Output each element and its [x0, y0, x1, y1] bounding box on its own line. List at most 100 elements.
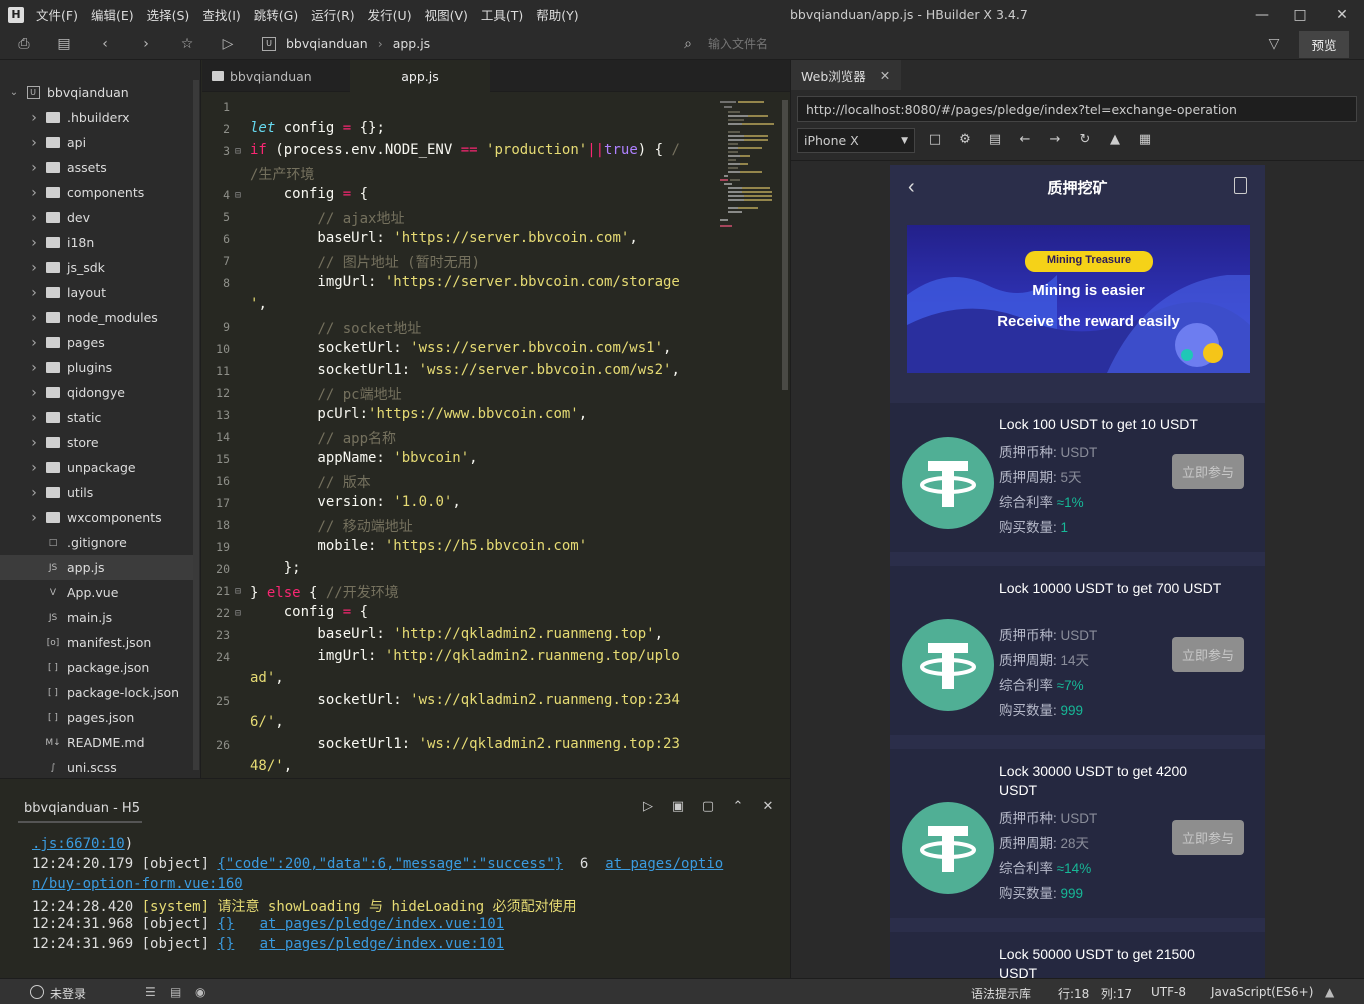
cursor-position[interactable]: 行:18 列:17	[1058, 985, 1132, 1002]
menu-item[interactable]: 帮助(Y)	[536, 5, 578, 24]
record-icon[interactable]	[1234, 177, 1247, 194]
chevron-right-icon[interactable]: ›	[28, 185, 40, 201]
file-search-input[interactable]	[708, 37, 828, 51]
chevron-right-icon[interactable]: ›	[28, 110, 40, 126]
tree-item[interactable]: › dev	[0, 205, 193, 230]
console-output[interactable]: .js:6670:10) 12:24:20.179 [object] {"cod…	[0, 830, 790, 978]
pledge-card[interactable]: Lock 10000 USDT to get 700 USDT 质押币种: US…	[890, 566, 1265, 735]
qrcode-icon[interactable]: ▦	[1136, 132, 1154, 147]
chevron-right-icon[interactable]: ›	[28, 135, 40, 151]
tree-item[interactable]: › utils	[0, 480, 193, 505]
tree-item[interactable]: › store	[0, 430, 193, 455]
minimap[interactable]	[718, 98, 778, 238]
menu-item[interactable]: 运行(R)	[311, 5, 354, 24]
tree-item[interactable]: [ ] pages.json	[0, 705, 193, 730]
tree-item[interactable]: › unpackage	[0, 455, 193, 480]
chevron-right-icon[interactable]: ›	[28, 210, 40, 226]
chevron-right-icon[interactable]: ›	[28, 310, 40, 326]
chevron-right-icon[interactable]: ›	[28, 385, 40, 401]
tree-item[interactable]: › wxcomponents	[0, 505, 193, 530]
tree-item[interactable]: › js_sdk	[0, 255, 193, 280]
console-link[interactable]: {}	[217, 916, 234, 932]
chevron-up-icon[interactable]: ⌃	[728, 799, 748, 814]
console-link[interactable]: {}	[217, 936, 234, 952]
close-console-icon[interactable]: ✕	[758, 799, 778, 814]
login-status[interactable]: 未登录	[50, 985, 86, 1002]
console-link[interactable]: at pages/optio	[605, 856, 723, 872]
console-link[interactable]: at pages/pledge/index.vue:101	[260, 936, 504, 952]
tab-web-browser[interactable]: Web浏览器 ✕	[791, 60, 901, 90]
pledge-card[interactable]: Lock 50000 USDT to get 21500 USDT	[890, 932, 1265, 978]
console-link[interactable]: at pages/pledge/index.vue:101	[260, 916, 504, 932]
close-icon[interactable]: ✕	[1320, 0, 1364, 29]
tree-item[interactable]: › components	[0, 180, 193, 205]
fold-icon[interactable]: ⊟	[235, 146, 241, 157]
lock-icon[interactable]: ▲	[1106, 132, 1124, 147]
sidebar-scrollbar[interactable]	[193, 80, 199, 770]
menu-item[interactable]: 跳转(G)	[254, 5, 298, 24]
fold-icon[interactable]: ⊟	[235, 190, 241, 201]
back-arrow-icon[interactable]: ‹	[908, 176, 915, 199]
chevron-right-icon[interactable]: ›	[28, 235, 40, 251]
syntax-library[interactable]: 语法提示库	[971, 985, 1031, 1002]
code-editor[interactable]: 1 2 3 4 5 6 7 8 9 10 11 12 13 14 15 16 17 18 19 20 21 22 23 24 2…	[202, 92, 780, 778]
maximize-icon[interactable]: □	[1278, 0, 1322, 29]
tab-app-js[interactable]: app.js	[350, 60, 490, 92]
clear-icon[interactable]: ▢	[698, 799, 718, 814]
run-icon[interactable]: ▷	[218, 34, 238, 54]
tree-item[interactable]: V App.vue	[0, 580, 193, 605]
menu-item[interactable]: 视图(V)	[425, 5, 468, 24]
tree-item[interactable]: › node_modules	[0, 305, 193, 330]
chevron-down-icon[interactable]: ⌄	[8, 87, 20, 98]
pledge-card[interactable]: Lock 30000 USDT to get 4200 USDT 质押币种: U…	[890, 749, 1265, 918]
menu-item[interactable]: 选择(S)	[147, 5, 190, 24]
menu-item[interactable]: 编辑(E)	[91, 5, 134, 24]
bell-icon[interactable]: ▲	[1325, 985, 1334, 999]
tree-item[interactable]: › i18n	[0, 230, 193, 255]
fold-icon[interactable]: ⊟	[235, 608, 241, 619]
forward-icon[interactable]: ›	[136, 34, 156, 54]
breadcrumb-project[interactable]: bbvqianduan	[286, 36, 368, 51]
stop-icon[interactable]: ▣	[668, 799, 688, 814]
tree-item[interactable]: [o] manifest.json	[0, 630, 193, 655]
gear-icon[interactable]: ⚙	[956, 132, 974, 147]
filter-icon[interactable]: ▽	[1264, 34, 1284, 54]
menu-item[interactable]: 文件(F)	[36, 5, 78, 24]
chevron-right-icon[interactable]: ›	[28, 335, 40, 351]
editor-scrollbar[interactable]	[780, 92, 790, 778]
console-icon[interactable]: ▤	[986, 132, 1004, 147]
menu-item[interactable]: 查找(I)	[202, 5, 240, 24]
url-input[interactable]	[797, 96, 1357, 122]
console-link[interactable]: n/buy-option-form.vue:160	[32, 876, 243, 892]
tree-item[interactable]: ∫ uni.scss	[0, 755, 193, 778]
console-title[interactable]: bbvqianduan - H5	[24, 801, 140, 816]
join-button[interactable]: 立即参与	[1172, 637, 1244, 672]
device-select[interactable]: iPhone X ▼	[797, 128, 915, 153]
tab-project[interactable]: bbvqianduan	[202, 60, 350, 92]
pledge-card[interactable]: Lock 100 USDT to get 10 USDT 质押币种: USDT …	[890, 403, 1265, 552]
scroll-thumb[interactable]	[782, 100, 788, 390]
tree-item[interactable]: ⌄ Ubbvqianduan	[0, 80, 193, 105]
menu-item[interactable]: 发行(U)	[368, 5, 412, 24]
chevron-right-icon[interactable]: ›	[28, 360, 40, 376]
tree-item[interactable]: › api	[0, 130, 193, 155]
join-button[interactable]: 立即参与	[1172, 454, 1244, 489]
chevron-right-icon[interactable]: ›	[28, 510, 40, 526]
tree-item[interactable]: [ ] package.json	[0, 655, 193, 680]
tree-item[interactable]: › static	[0, 405, 193, 430]
tree-item[interactable]: JS main.js	[0, 605, 193, 630]
tree-item[interactable]: [ ] package-lock.json	[0, 680, 193, 705]
fold-icon[interactable]: ⊟	[235, 586, 241, 597]
tree-item[interactable]: › plugins	[0, 355, 193, 380]
tree-item[interactable]: JS app.js	[0, 555, 193, 580]
console-link[interactable]: .js:6670:10	[32, 836, 125, 852]
menu-item[interactable]: 工具(T)	[481, 5, 523, 24]
breadcrumb-file[interactable]: app.js	[393, 36, 431, 51]
tree-item[interactable]: M↓ README.md	[0, 730, 193, 755]
back-icon[interactable]: ←	[1016, 132, 1034, 147]
chevron-right-icon[interactable]: ›	[28, 160, 40, 176]
restart-icon[interactable]: ▷	[638, 799, 658, 814]
rotate-icon[interactable]: □	[926, 132, 944, 147]
save-icon[interactable]: ▤	[54, 34, 74, 54]
language-mode[interactable]: JavaScript(ES6+)	[1211, 985, 1313, 999]
